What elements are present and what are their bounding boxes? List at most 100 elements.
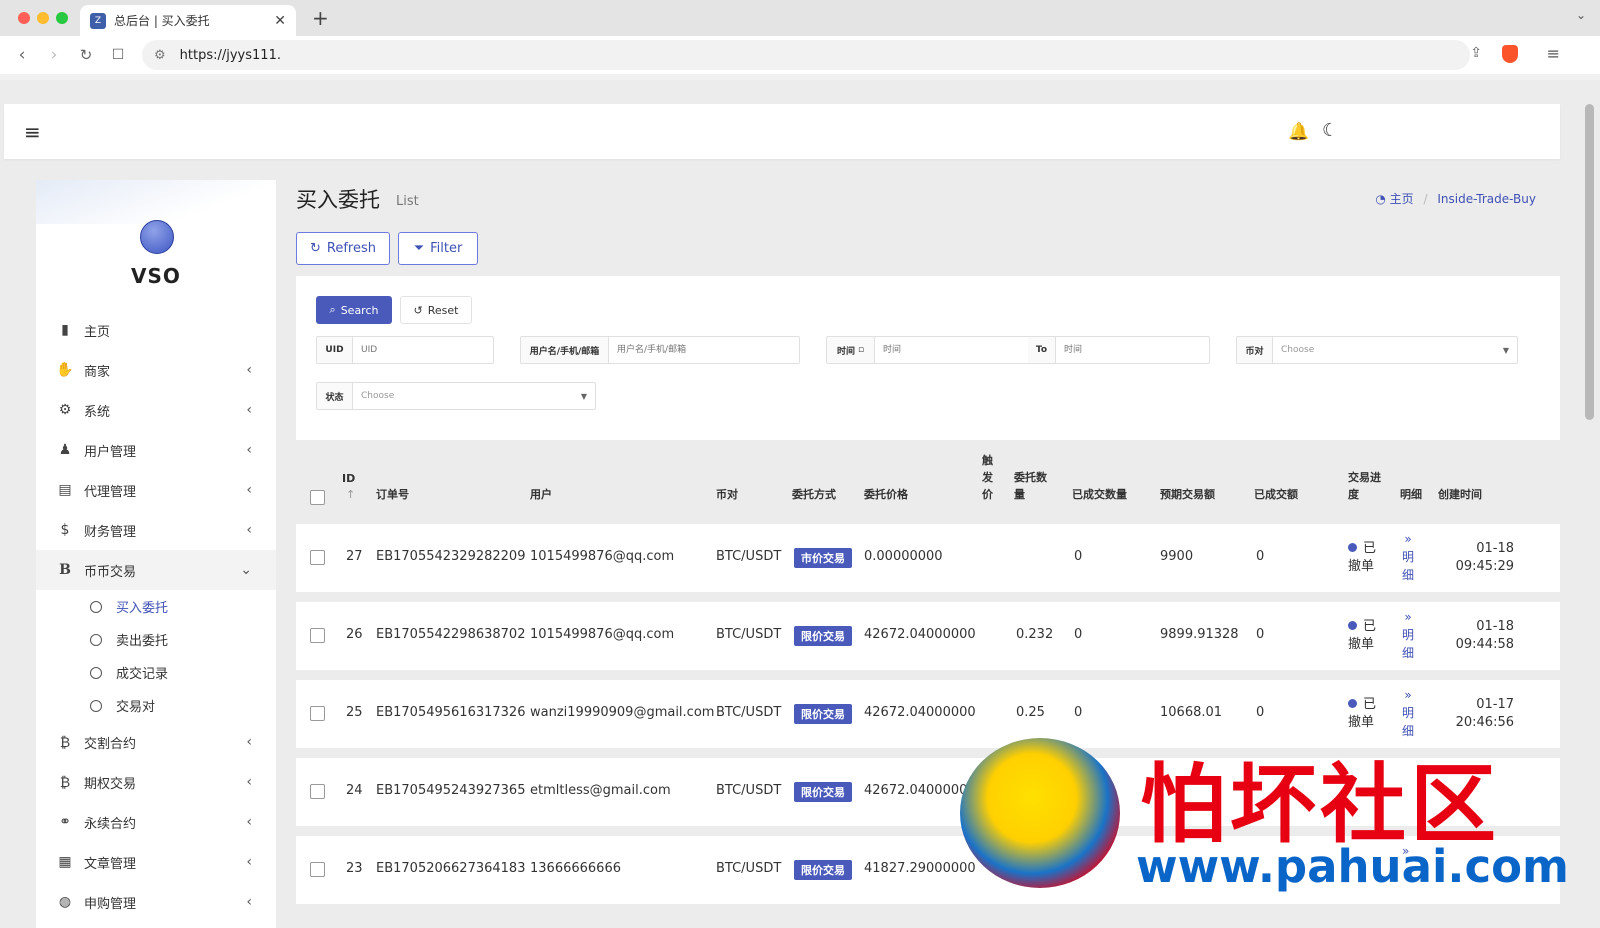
cell-created: 01-17 20:46:56 — [1440, 696, 1514, 732]
breadcrumb-current: Inside-Trade-Buy — [1437, 192, 1536, 206]
reset-button[interactable]: ↺ Reset — [400, 296, 472, 324]
scrollbar[interactable] — [1585, 104, 1594, 420]
sidebar-item-finance[interactable]: $ 财务管理 ‹ — [36, 510, 276, 550]
back-icon[interactable]: ‹ — [6, 45, 38, 65]
bitcoin-icon: ₿ — [59, 734, 71, 751]
dropdown-arrow-icon: ▼ — [1502, 346, 1509, 355]
detail-text-b: 细 — [1402, 646, 1415, 660]
chevron-left-icon: ‹ — [246, 482, 252, 498]
sidebar-item-subscription[interactable]: ◍ 申购管理 ‹ — [36, 882, 276, 922]
time-range-field: 时间▫ To — [826, 336, 1210, 364]
site-settings-icon[interactable]: ⚙ — [154, 48, 166, 63]
user-input[interactable] — [609, 337, 799, 363]
select-all-checkbox[interactable] — [310, 490, 325, 505]
pair-select[interactable]: 币对 Choose ▼ — [1236, 336, 1518, 364]
detail-link[interactable]: » 明细 — [1402, 686, 1414, 740]
chevron-left-icon: ‹ — [246, 774, 252, 790]
window-zoom-button[interactable] — [56, 12, 68, 24]
circle-icon — [90, 666, 102, 679]
uid-label: UID — [317, 337, 353, 363]
vso-logo-icon — [140, 220, 174, 254]
cell-user: 1015499876@qq.com — [530, 549, 675, 564]
row-checkbox[interactable] — [310, 784, 325, 799]
share-icon[interactable]: ⇪ — [1470, 45, 1482, 61]
header-trigger-c: 价 — [982, 488, 993, 501]
header-detail: 明细 — [1400, 488, 1422, 501]
uid-input[interactable] — [353, 337, 493, 363]
row-checkbox[interactable] — [310, 628, 325, 643]
cell-user: 1015499876@qq.com — [530, 627, 675, 642]
row-checkbox[interactable] — [310, 706, 325, 721]
order-type-badge: 市价交易 — [794, 548, 852, 568]
header-expected: 预期交易额 — [1160, 488, 1215, 501]
tab-title: 总后台 | 买入委托 — [114, 14, 210, 28]
filter-button[interactable]: ⏷ Filter — [398, 232, 478, 265]
breadcrumb-home[interactable]: 主页 — [1390, 192, 1414, 206]
user-icon: ♟ — [58, 442, 72, 458]
dollar-icon: $ — [60, 522, 70, 538]
brave-shield-icon[interactable] — [1502, 45, 1518, 63]
chevron-left-icon: ‹ — [246, 522, 252, 538]
status-text-b: 撤单 — [1348, 715, 1375, 730]
detail-text-a: 明 — [1402, 706, 1415, 720]
header-id[interactable]: ID — [342, 470, 355, 487]
refresh-button[interactable]: ↻ Refresh — [296, 232, 390, 265]
new-tab-icon[interactable]: + — [312, 6, 329, 30]
order-type-badge: 限价交易 — [794, 704, 852, 724]
submenu-item-trading-pairs[interactable]: 交易对 — [36, 689, 276, 722]
cell-created: 01-18 09:45:29 — [1440, 540, 1514, 576]
table-row: 26 EB1705542298638702 1015499876@qq.com BTC… — [296, 602, 1560, 670]
status-select[interactable]: 状态 Choose ▼ — [316, 382, 596, 410]
window-close-button[interactable] — [18, 12, 30, 24]
header-qty-a: 委托数 — [1014, 471, 1047, 484]
browser-tab[interactable]: Z 总后台 | 买入委托 ✕ — [80, 5, 296, 36]
address-bar[interactable]: ⚙ https://jyys111. — [142, 40, 1470, 70]
row-checkbox[interactable] — [310, 862, 325, 877]
sidebar-item-system[interactable]: ⚙ 系统 ‹ — [36, 390, 276, 430]
time-end-input[interactable] — [1056, 337, 1209, 363]
refresh-icon: ↻ — [310, 241, 321, 256]
bell-icon[interactable]: 🔔 — [1288, 122, 1309, 142]
page-title: 买入委托 — [296, 188, 380, 212]
status-select-value: Choose — [361, 391, 395, 401]
search-label: Search — [340, 303, 379, 317]
detail-link[interactable]: » 明细 — [1402, 530, 1414, 584]
tab-list-chevron-icon[interactable]: ⌄ — [1576, 8, 1586, 22]
sidebar-item-options[interactable]: ₿ 期权交易 ‹ — [36, 762, 276, 802]
submenu-item-label: 买入委托 — [116, 601, 169, 616]
submenu-item-buy-orders[interactable]: 买入委托 — [36, 590, 276, 623]
sidebar-item-users[interactable]: ♟ 用户管理 ‹ — [36, 430, 276, 470]
sidebar-item-spot-trading[interactable]: B 币币交易 ⌄ — [36, 550, 276, 590]
sort-arrow-icon[interactable]: ↑ — [346, 486, 355, 503]
sidebar-item-home[interactable]: ▮ 主页 — [36, 310, 276, 350]
sidebar-item-articles[interactable]: ▦ 文章管理 ‹ — [36, 842, 276, 882]
search-button[interactable]: ⌕ Search — [316, 296, 392, 324]
page-subtitle: List — [396, 194, 419, 209]
bookmark-icon[interactable]: ☐ — [102, 47, 134, 63]
search-icon: ⌕ — [329, 303, 336, 316]
tab-close-icon[interactable]: ✕ — [274, 13, 286, 29]
sidebar-item-label: 主页 — [84, 324, 111, 340]
forward-icon[interactable]: › — [38, 45, 70, 65]
row-checkbox[interactable] — [310, 550, 325, 565]
reload-icon[interactable]: ↻ — [70, 46, 102, 64]
sidebar-item-agents[interactable]: ▤ 代理管理 ‹ — [36, 470, 276, 510]
sidebar-item-delivery-contract[interactable]: ₿ 交割合约 ‹ — [36, 722, 276, 762]
window-minimize-button[interactable] — [37, 12, 49, 24]
cell-user: 13666666666 — [530, 861, 621, 876]
sidebar-item-perpetual[interactable]: ⚭ 永续合约 ‹ — [36, 802, 276, 842]
breadcrumb: ◔ 主页 / Inside-Trade-Buy — [1375, 190, 1536, 207]
time-start-input[interactable] — [875, 337, 1028, 363]
cell-id: 26 — [346, 627, 363, 642]
cell-price: 41827.29000000 — [864, 861, 976, 876]
submenu-item-label: 交易对 — [116, 700, 156, 715]
hamburger-menu-icon[interactable]: ≡ — [24, 120, 41, 144]
browser-menu-icon[interactable]: ≡ — [1547, 44, 1560, 63]
sidebar-item-merchant[interactable]: ✋ 商家 ‹ — [36, 350, 276, 390]
detail-link[interactable]: » 明细 — [1402, 608, 1414, 662]
sidebar-item-label: 币币交易 — [84, 564, 137, 580]
moon-icon[interactable]: ☾ — [1322, 120, 1338, 141]
detail-text-a: 明 — [1402, 628, 1415, 642]
submenu-item-sell-orders[interactable]: 卖出委托 — [36, 623, 276, 656]
submenu-item-trade-records[interactable]: 成交记录 — [36, 656, 276, 689]
